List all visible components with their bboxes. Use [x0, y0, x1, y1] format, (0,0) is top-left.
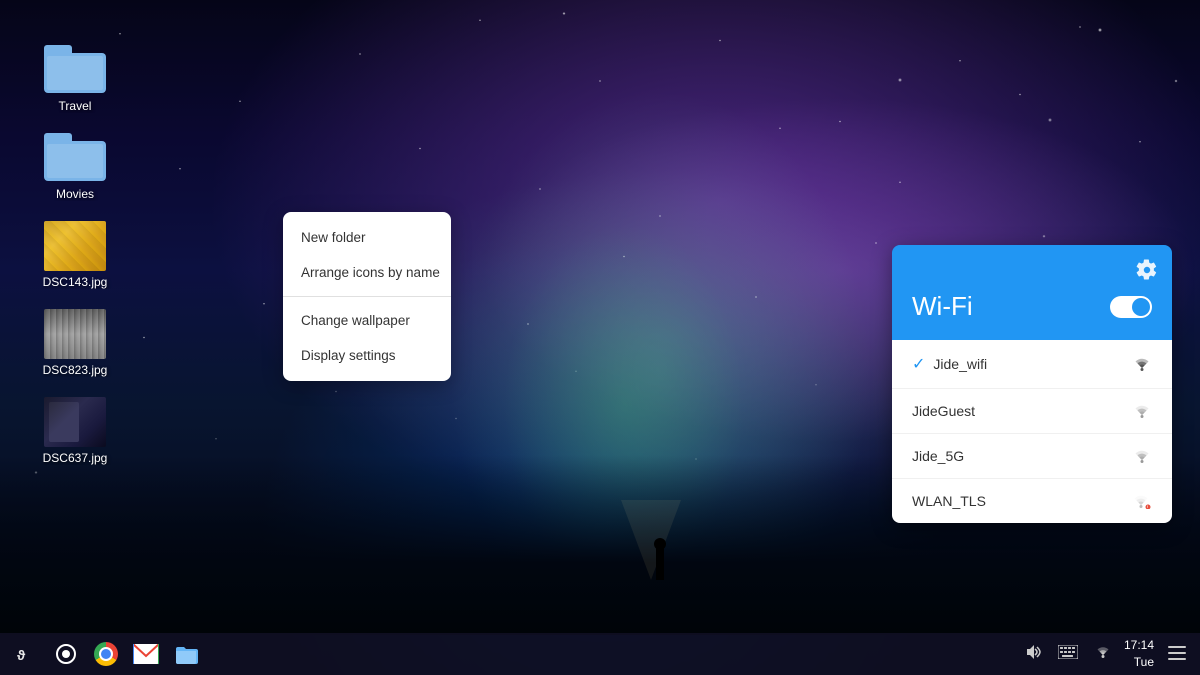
thumbnail-dsc823	[44, 309, 106, 359]
wifi-networks-list: ✓ Jide_wifi JideGuest Jide_5G	[892, 340, 1172, 523]
folder-icon-movies	[44, 133, 106, 183]
taskbar-files-button[interactable]	[168, 636, 204, 672]
context-menu-divider-1	[283, 296, 451, 297]
wifi-network-wlan-tls[interactable]: WLAN_TLS !	[892, 479, 1172, 523]
taskbar-jide-button[interactable]: ϑ	[8, 636, 44, 672]
thumbnail-dsc637	[44, 397, 106, 447]
chrome-icon	[94, 642, 118, 666]
taskbar-left: ϑ	[8, 636, 204, 672]
wifi-check-jide: ✓	[912, 354, 925, 374]
desktop-icon-label-dsc823: DSC823.jpg	[35, 363, 115, 377]
wifi-panel: Wi-Fi ✓ Jide_wifi JideGuest	[892, 245, 1172, 523]
wifi-name-jide-guest: JideGuest	[912, 403, 975, 419]
taskbar-clock[interactable]: 17:14 Tue	[1124, 637, 1154, 671]
wifi-signal-jide5g	[1132, 448, 1152, 464]
wifi-name-wlan-tls: WLAN_TLS	[912, 493, 986, 509]
taskbar-chrome-button[interactable]	[88, 636, 124, 672]
keyboard-icon	[1058, 645, 1078, 659]
person-silhouette	[650, 530, 670, 580]
wifi-header: Wi-Fi	[892, 245, 1172, 340]
wifi-settings-icon[interactable]	[1136, 259, 1158, 281]
desktop-icon-dsc143[interactable]: DSC143.jpg	[30, 216, 120, 294]
wifi-signal-jide	[1132, 356, 1152, 372]
taskbar-app-button[interactable]	[48, 636, 84, 672]
wifi-name-jide-5g: Jide_5G	[912, 448, 964, 464]
context-menu-change-wallpaper[interactable]: Change wallpaper	[283, 303, 451, 338]
desktop-icon-dsc823[interactable]: DSC823.jpg	[30, 304, 120, 382]
jide-logo-icon: ϑ	[15, 643, 37, 665]
context-menu: New folder Arrange icons by name Change …	[283, 212, 451, 381]
wifi-network-jide-5g[interactable]: Jide_5G	[892, 434, 1172, 479]
app-circle-icon	[55, 643, 77, 665]
taskbar-wifi-icon[interactable]	[1090, 641, 1116, 668]
gmail-icon	[133, 644, 159, 664]
desktop-icon-label-movies: Movies	[35, 187, 115, 201]
desktop-icon-label-travel: Travel	[35, 99, 115, 113]
files-icon	[174, 643, 198, 665]
desktop-icon-travel[interactable]: Travel	[30, 40, 120, 118]
desktop-icon-label-dsc143: DSC143.jpg	[35, 275, 115, 289]
volume-icon	[1024, 644, 1042, 660]
context-menu-new-folder[interactable]: New folder	[283, 220, 451, 255]
wifi-signal-wlantls: !	[1130, 493, 1152, 509]
desktop-icon-label-dsc637: DSC637.jpg	[35, 451, 115, 465]
svg-text:ϑ: ϑ	[17, 647, 26, 663]
wifi-network-jide-guest[interactable]: JideGuest	[892, 389, 1172, 434]
taskbar: ϑ	[0, 633, 1200, 675]
clock-time: 17:14	[1124, 637, 1154, 654]
svg-text:!: !	[1147, 504, 1148, 509]
folder-icon-travel	[44, 45, 106, 95]
hamburger-icon	[1168, 646, 1186, 660]
wifi-toggle-switch[interactable]	[1110, 296, 1152, 318]
desktop-icons: Travel Movies DSC143.jpg DSC823.jpg DSC6…	[30, 40, 120, 470]
wifi-title: Wi-Fi	[912, 291, 973, 322]
thumbnail-dsc143	[44, 221, 106, 271]
taskbar-volume-icon[interactable]	[1020, 640, 1046, 669]
taskbar-gmail-button[interactable]	[128, 636, 164, 672]
wifi-name-jide-wifi: Jide_wifi	[933, 356, 987, 372]
desktop-icon-dsc637[interactable]: DSC637.jpg	[30, 392, 120, 470]
context-menu-arrange-icons[interactable]: Arrange icons by name	[283, 255, 451, 290]
clock-day: Tue	[1124, 654, 1154, 671]
wifi-toggle[interactable]	[1110, 296, 1152, 318]
taskbar-menu-button[interactable]	[1162, 640, 1192, 669]
wifi-network-jide-wifi[interactable]: ✓ Jide_wifi	[892, 340, 1172, 389]
taskbar-right: 17:14 Tue	[1020, 637, 1192, 671]
taskbar-keyboard-icon[interactable]	[1054, 641, 1082, 668]
wifi-signal-jideguest	[1132, 403, 1152, 419]
desktop-icon-movies[interactable]: Movies	[30, 128, 120, 206]
taskbar-wifi-signal-icon	[1094, 645, 1112, 659]
context-menu-display-settings[interactable]: Display settings	[283, 338, 451, 373]
